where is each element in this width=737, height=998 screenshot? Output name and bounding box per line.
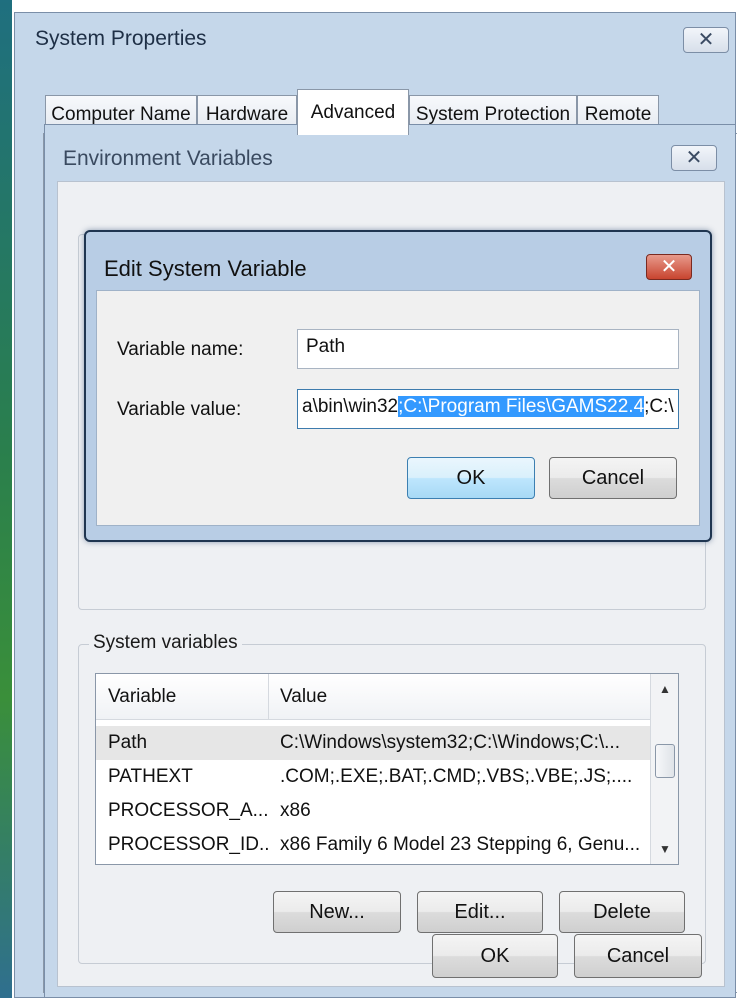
cancel-button[interactable]: Cancel [549, 457, 677, 499]
input-value: Path [306, 336, 346, 357]
cell-value: .COM;.EXE;.BAT;.CMD;.VBS;.VBE;.JS;.... [280, 766, 633, 787]
tab-label: Advanced [310, 101, 396, 123]
window-title: System Properties [35, 27, 207, 50]
input-text-before-selection: a\bin\win32 [302, 396, 399, 417]
tab-label: Computer Name [51, 103, 191, 125]
dialog-content: Variable name: Path Variable value: a\bi… [96, 290, 700, 526]
input-text-after-selection: ;C:\ [644, 396, 674, 417]
close-button[interactable]: ✕ [671, 145, 717, 171]
close-button[interactable]: ✕ [646, 254, 692, 280]
scrollbar-thumb[interactable] [655, 744, 675, 778]
column-header-variable[interactable]: Variable [108, 686, 176, 708]
button-label: Cancel [606, 944, 670, 967]
button-label: Edit... [454, 900, 506, 923]
table-row[interactable]: PATHEXT .COM;.EXE;.BAT;.CMD;.VBS;.VBE;.J… [96, 760, 650, 794]
button-label: Delete [593, 900, 651, 923]
button-label: Cancel [581, 466, 645, 489]
edit-variable-button[interactable]: Edit... [417, 891, 543, 933]
group-label: System variables [89, 632, 242, 654]
ok-button[interactable]: OK [432, 934, 558, 978]
table-row[interactable]: PROCESSOR_ID... x86 Family 6 Model 23 St… [96, 828, 650, 862]
close-icon: ✕ [697, 29, 715, 51]
table-row[interactable]: PROCESSOR_A... x86 [96, 794, 650, 828]
new-variable-button[interactable]: New... [273, 891, 401, 933]
system-variables-group: System variables Variable Value Path C:\… [78, 632, 706, 964]
button-label: OK [480, 944, 510, 967]
cell-variable: PATHEXT [108, 766, 193, 787]
button-label: OK [456, 466, 486, 489]
cell-variable: PROCESSOR_A... [108, 800, 268, 821]
tab-advanced[interactable]: Advanced [297, 89, 409, 135]
cell-value: C:\Windows\system32;C:\Windows;C:\... [280, 732, 620, 753]
table-scrollbar[interactable]: ▲ ▼ [650, 674, 678, 864]
variable-value-input[interactable]: a\bin\win32;C:\Program Files\GAMS22.4;C:… [297, 389, 679, 429]
cell-value: x86 Family 6 Model 23 Stepping 6, Genu..… [280, 834, 641, 855]
scroll-up-arrow-icon[interactable]: ▲ [651, 678, 679, 700]
scroll-down-arrow-icon[interactable]: ▼ [651, 838, 679, 860]
cell-variable: Path [108, 732, 148, 753]
input-text-selection: ;C:\Program Files\GAMS22.4 [398, 396, 645, 417]
tab-label: Hardware [205, 103, 289, 125]
delete-variable-button[interactable]: Delete [559, 891, 685, 933]
cell-variable: PROCESSOR_ID... [108, 834, 268, 855]
variable-name-label: Variable name: [117, 339, 244, 360]
desktop-background-strip [0, 0, 12, 998]
button-label: New... [309, 900, 365, 923]
window-title: Environment Variables [63, 147, 273, 170]
system-variables-table: Variable Value Path C:\Windows\system32;… [95, 673, 679, 865]
column-divider [268, 674, 269, 720]
close-button[interactable]: ✕ [683, 27, 729, 53]
variable-name-input[interactable]: Path [297, 329, 679, 369]
tab-label: System Protection [415, 103, 571, 125]
table-header: Variable Value [96, 674, 650, 720]
close-icon: ✕ [685, 147, 703, 169]
column-header-value[interactable]: Value [280, 686, 327, 708]
edit-system-variable-dialog: Edit System Variable ✕ Variable name: Pa… [84, 230, 712, 542]
ok-button[interactable]: OK [407, 457, 535, 499]
dialog-title: Edit System Variable [104, 256, 307, 281]
close-icon: ✕ [660, 256, 678, 278]
cell-value: x86 [280, 800, 311, 821]
tab-label: Remote [584, 103, 652, 125]
cancel-button[interactable]: Cancel [574, 934, 702, 978]
table-row[interactable]: Path C:\Windows\system32;C:\Windows;C:\.… [96, 726, 650, 760]
variable-value-label: Variable value: [117, 399, 242, 420]
